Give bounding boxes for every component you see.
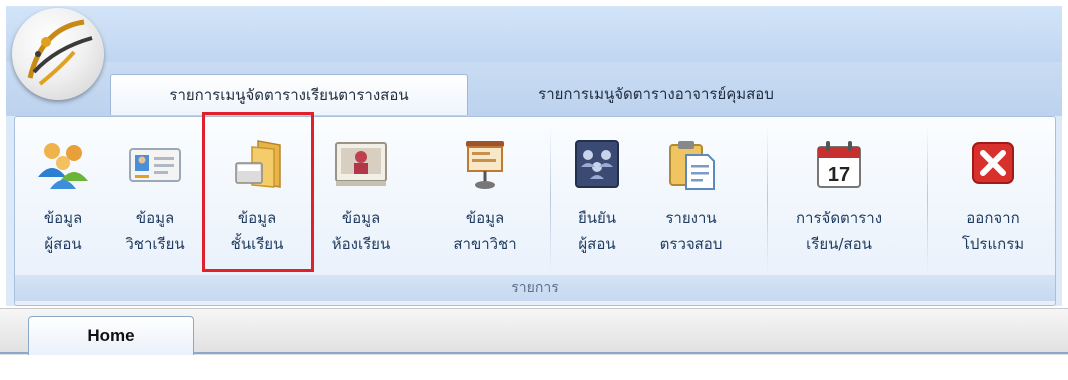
calendar-day-number: 17 <box>828 164 850 186</box>
button-label-line1: ยืนยัน <box>577 209 617 227</box>
button-label-line1: ข้อมูล <box>465 209 505 227</box>
clipboard-icon <box>662 137 720 191</box>
close-icon <box>964 137 1022 191</box>
button-label-line1: ออกจาก <box>966 209 1020 227</box>
exit-program-button[interactable]: ออกจากโปรแกรม <box>941 127 1045 273</box>
classroom-data-button[interactable]: ข้อมูลห้องเรียน <box>313 127 409 273</box>
tab-timetable-schedule[interactable]: รายการเมนูจัดตารางเรียนตารางสอน <box>110 74 468 115</box>
button-label-line2: ห้องเรียน <box>331 235 391 253</box>
confirm-teacher-button[interactable]: ยืนยันผู้สอน <box>549 127 645 273</box>
ribbon-panel: ข้อมูล ผู้สอน ข้อมูล วิชาเรียน ข้อมูล ชั… <box>14 116 1056 306</box>
button-label-line2: เรียน/สอน <box>806 235 872 253</box>
major-data-button[interactable]: ข้อมูลสาขาวิชา <box>437 127 533 273</box>
ribbon-tab-strip: รายการเมนูจัดตารางเรียนตารางสอน รายการเม… <box>6 62 1062 116</box>
app-window: รายการเมนูจัดตารางเรียนตารางสอน รายการเม… <box>6 6 1062 306</box>
button-label-line2: ผู้สอน <box>578 235 616 253</box>
button-label-line1: ข้อมูล <box>43 209 83 227</box>
teacher-data-button[interactable]: ข้อมูลผู้สอน <box>15 127 111 273</box>
title-bar <box>6 6 1062 62</box>
button-label-line1: ข้อมูล <box>341 209 381 227</box>
button-label-line2: สาขาวิชา <box>453 235 517 253</box>
presentation-board-icon <box>456 137 514 191</box>
button-label-line1: รายงาน <box>665 209 717 227</box>
teachers-icon <box>34 137 92 191</box>
ribbon-group-label: รายการ <box>15 275 1055 301</box>
audit-report-button[interactable]: รายงานตรวจสอบ <box>643 127 739 273</box>
tab-home[interactable]: Home <box>28 316 194 355</box>
address-book-icon <box>568 137 626 191</box>
button-label-line1: การจัดตาราง <box>795 209 883 227</box>
ribbon-separator <box>767 125 768 273</box>
tab-exam-proctor-schedule[interactable]: รายการเมนูจัดตารางอาจารย์คุมสอบ <box>476 74 836 114</box>
button-label-line2: ผู้สอน <box>44 235 82 253</box>
button-label-line2: ตรวจสอบ <box>659 235 723 253</box>
app-logo-icon[interactable] <box>12 8 104 100</box>
ribbon-separator <box>927 125 928 273</box>
calendar-icon: 17 <box>810 137 868 191</box>
classroom-icon <box>332 137 390 191</box>
button-label-line1: ข้อมูล <box>135 209 175 227</box>
subject-data-button[interactable]: ข้อมูลวิชาเรียน <box>107 127 203 273</box>
button-label-line2: โปรแกรม <box>961 235 1025 253</box>
button-label-line2: วิชาเรียน <box>125 235 185 253</box>
id-card-icon <box>126 137 184 191</box>
schedule-teaching-button[interactable]: 17 การจัดตารางเรียน/สอน <box>775 127 903 273</box>
selection-highlight-box <box>202 112 314 272</box>
